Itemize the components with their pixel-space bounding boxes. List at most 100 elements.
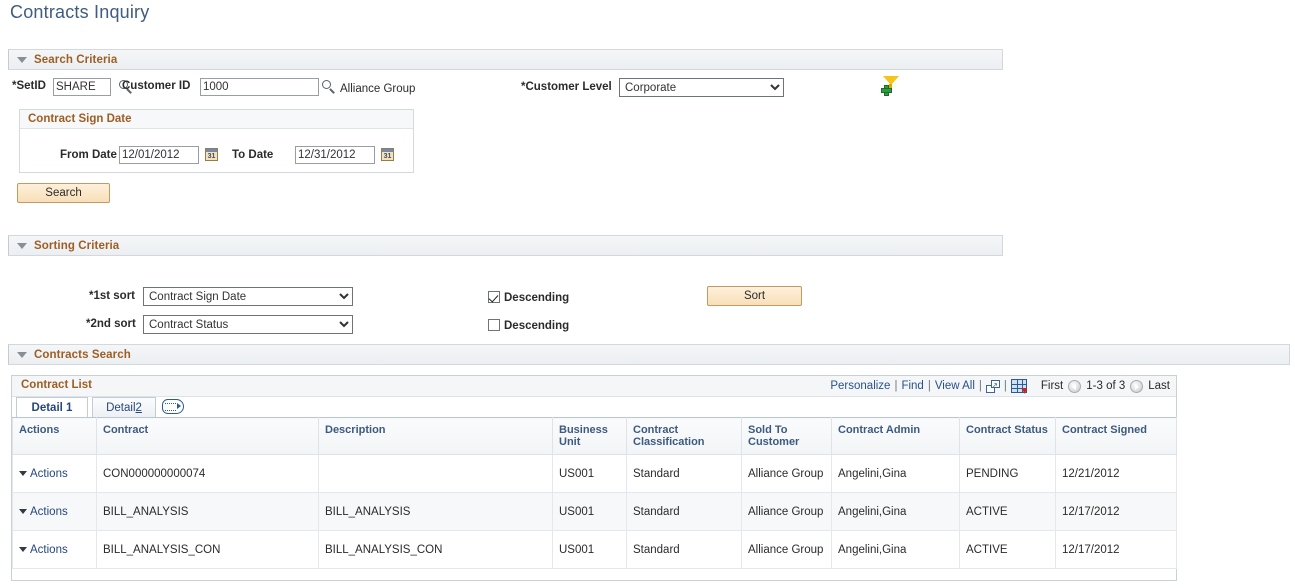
- customer-name-text: Alliance Group: [340, 83, 415, 95]
- customer-level-select[interactable]: Corporate: [619, 78, 784, 97]
- sorting-criteria-label: Sorting Criteria: [34, 240, 119, 252]
- from-date-input[interactable]: [119, 146, 199, 164]
- separator: |: [928, 380, 931, 392]
- show-all-columns-icon[interactable]: [162, 399, 184, 414]
- row-actions-cell[interactable]: Actions: [13, 493, 97, 531]
- to-date-input[interactable]: [295, 146, 375, 164]
- cell-contract-admin: Angelini,Gina: [832, 531, 960, 569]
- from-date-calendar-icon[interactable]: 31: [205, 148, 218, 161]
- to-date-calendar-icon[interactable]: 31: [381, 148, 394, 161]
- search-criteria-label: Search Criteria: [34, 54, 117, 66]
- to-date-label: To Date: [232, 149, 273, 161]
- cell-description: BILL_ANALYSIS: [319, 493, 553, 531]
- table-row: Actions BILL_ANALYSIS BILL_ANALYSIS US00…: [13, 493, 1177, 531]
- column-header-contract-admin[interactable]: Contract Admin: [832, 418, 960, 455]
- table-header-row: Actions Contract Description Business Un…: [13, 418, 1177, 455]
- first-sort-select[interactable]: Contract Sign Date: [143, 287, 353, 306]
- setid-input[interactable]: [53, 78, 111, 96]
- separator: |: [894, 380, 897, 392]
- actions-dropdown-icon[interactable]: [19, 471, 27, 476]
- sorting-criteria-header[interactable]: Sorting Criteria: [8, 235, 1003, 256]
- grid-toolbar: Personalize | Find | View All | ↗ | Firs…: [830, 379, 1170, 393]
- page-range-text: 1-3 of 3: [1086, 380, 1125, 392]
- first-descending-checkbox[interactable]: [488, 291, 500, 303]
- row-actions-cell[interactable]: Actions: [13, 531, 97, 569]
- contracts-search-label: Contracts Search: [34, 349, 131, 361]
- column-header-description[interactable]: Description: [319, 418, 553, 455]
- setid-label: *SetID: [12, 80, 46, 92]
- cell-contract-signed: 12/17/2012: [1056, 531, 1177, 569]
- cell-contract-signed: 12/21/2012: [1056, 455, 1177, 493]
- tab-detail-2-accel: 2: [136, 402, 142, 414]
- from-date-label: From Date: [60, 149, 117, 161]
- grid-pager: First 1-3 of 3 Last: [1041, 380, 1170, 393]
- column-header-contract-signed[interactable]: Contract Signed: [1056, 418, 1177, 455]
- previous-page-icon[interactable]: [1068, 380, 1081, 393]
- add-filter-funnel-icon[interactable]: [881, 75, 901, 95]
- personalize-link[interactable]: Personalize: [830, 380, 890, 392]
- first-descending-label: Descending: [504, 292, 569, 304]
- row-actions-cell[interactable]: Actions: [13, 455, 97, 493]
- cell-description: BILL_ANALYSIS_CON: [319, 531, 553, 569]
- cell-classification: Standard: [627, 493, 742, 531]
- cell-description: [319, 455, 553, 493]
- column-header-actions[interactable]: Actions: [13, 418, 97, 455]
- actions-link[interactable]: Actions: [30, 506, 68, 518]
- contract-sign-date-group: Contract Sign Date From Date 31 To Date …: [19, 109, 414, 173]
- second-descending-label: Descending: [504, 320, 569, 332]
- separator: |: [979, 380, 982, 392]
- cell-business-unit: US001: [553, 493, 627, 531]
- cell-sold-to-customer: Alliance Group: [742, 531, 832, 569]
- collapse-triangle-icon[interactable]: [17, 57, 27, 63]
- actions-link[interactable]: Actions: [30, 544, 68, 556]
- column-header-contract[interactable]: Contract: [97, 418, 319, 455]
- search-button[interactable]: Search: [17, 183, 110, 203]
- cell-classification: Standard: [627, 531, 742, 569]
- cell-contract-admin: Angelini,Gina: [832, 493, 960, 531]
- first-page-link[interactable]: First: [1041, 380, 1063, 392]
- tab-detail-1-label: Detail 1: [32, 402, 73, 414]
- new-window-icon[interactable]: ↗: [986, 380, 1000, 393]
- cell-contract-status: ACTIVE: [960, 531, 1056, 569]
- column-header-business-unit[interactable]: Business Unit: [553, 418, 627, 455]
- tab-detail-2-label: Detail: [106, 402, 135, 414]
- actions-link[interactable]: Actions: [30, 468, 68, 480]
- collapse-triangle-icon[interactable]: [17, 243, 27, 249]
- contract-list-table: Actions Contract Description Business Un…: [12, 417, 1177, 569]
- cell-sold-to-customer: Alliance Group: [742, 493, 832, 531]
- contract-list-title-row: Contract List Personalize | Find | View …: [12, 376, 1176, 397]
- second-sort-label: *2nd sort: [86, 318, 136, 330]
- contracts-search-header[interactable]: Contracts Search: [8, 344, 1290, 365]
- table-row: Actions CON000000000074 US001 Standard A…: [13, 455, 1177, 493]
- view-all-link[interactable]: View All: [935, 380, 975, 392]
- second-descending-checkbox[interactable]: [488, 319, 500, 331]
- separator: |: [1004, 380, 1007, 392]
- cell-contract-status: ACTIVE: [960, 493, 1056, 531]
- customer-id-lookup-magnifier-icon[interactable]: [322, 80, 336, 94]
- cell-contract-admin: Angelini,Gina: [832, 455, 960, 493]
- search-criteria-header[interactable]: Search Criteria: [8, 49, 1003, 70]
- next-page-icon[interactable]: [1130, 380, 1143, 393]
- actions-dropdown-icon[interactable]: [19, 509, 27, 514]
- second-sort-select[interactable]: Contract Status: [143, 315, 353, 334]
- customer-id-label: Customer ID: [122, 80, 190, 92]
- column-header-contract-status[interactable]: Contract Status: [960, 418, 1056, 455]
- column-header-sold-to-customer[interactable]: Sold To Customer: [742, 418, 832, 455]
- sort-button[interactable]: Sort: [707, 286, 802, 306]
- customer-id-input[interactable]: [200, 78, 319, 96]
- column-header-contract-classification[interactable]: Contract Classification: [627, 418, 742, 455]
- grid-tabs: Detail 1 Detail 2: [12, 397, 1176, 417]
- contract-sign-date-group-label: Contract Sign Date: [20, 110, 413, 129]
- find-link[interactable]: Find: [901, 380, 923, 392]
- download-to-excel-icon[interactable]: [1011, 379, 1027, 393]
- cell-sold-to-customer: Alliance Group: [742, 455, 832, 493]
- collapse-triangle-icon[interactable]: [17, 352, 27, 358]
- cell-contract-signed: 12/17/2012: [1056, 493, 1177, 531]
- cell-contract: BILL_ANALYSIS_CON: [97, 531, 319, 569]
- tab-detail-1[interactable]: Detail 1: [16, 397, 88, 417]
- last-page-link[interactable]: Last: [1148, 380, 1170, 392]
- cell-classification: Standard: [627, 455, 742, 493]
- cell-business-unit: US001: [553, 531, 627, 569]
- tab-detail-2[interactable]: Detail 2: [92, 397, 156, 417]
- actions-dropdown-icon[interactable]: [19, 547, 27, 552]
